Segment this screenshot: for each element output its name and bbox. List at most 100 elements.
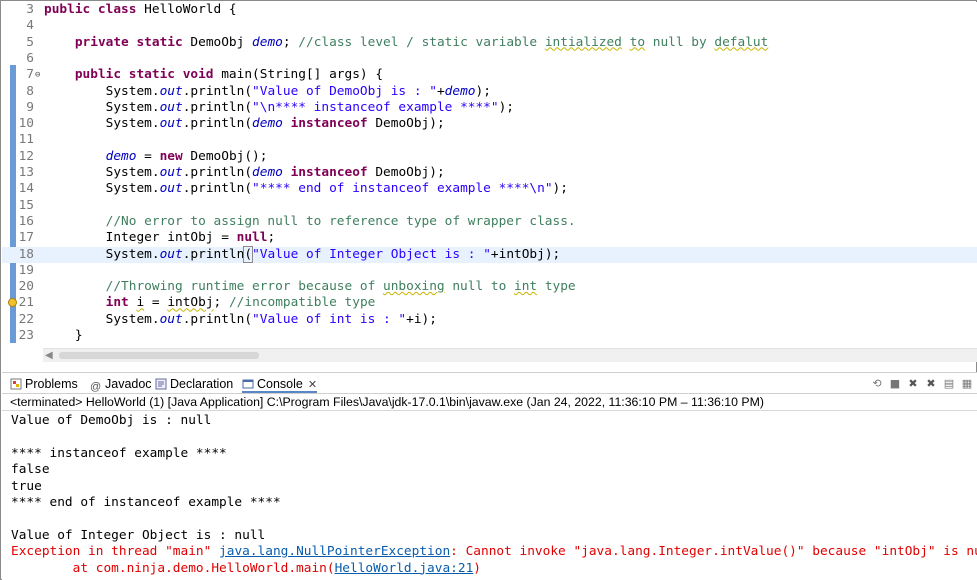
- line-number: 18: [18, 246, 34, 262]
- code-line[interactable]: 23 }: [2, 328, 977, 344]
- code-line[interactable]: 21 int i = intObj; //incompatible type: [2, 295, 977, 311]
- console-process-label: <terminated> HelloWorld (1) [Java Applic…: [2, 394, 977, 411]
- code-line[interactable]: 9 System.out.println("\n**** instanceof …: [2, 100, 977, 116]
- code-text: public class HelloWorld {: [44, 2, 237, 17]
- scroll-lock-icon[interactable]: ▦: [961, 378, 973, 390]
- trace-suffix: ): [473, 560, 481, 576]
- code-line[interactable]: 11: [2, 132, 977, 148]
- line-number: 15: [18, 197, 34, 213]
- code-text: System.out.println(demo instanceof DemoO…: [44, 165, 445, 180]
- code-line[interactable]: 12 demo = new DemoObj();: [2, 149, 977, 165]
- console-line: **** end of instanceof example ****: [11, 495, 281, 510]
- code-text: System.out.println("**** end of instance…: [44, 181, 568, 197]
- line-number: 12: [18, 148, 34, 164]
- remove-all-icon[interactable]: ✖: [925, 378, 937, 390]
- clear-console-icon[interactable]: ▤: [943, 378, 955, 390]
- code-line[interactable]: 14 System.out.println("**** end of insta…: [2, 181, 977, 197]
- console-line: false: [11, 462, 50, 478]
- line-number: 13: [18, 165, 34, 180]
- line-number: 7: [26, 67, 34, 83]
- tab-label: Declaration: [170, 377, 234, 391]
- remove-launch-icon[interactable]: ✖: [907, 378, 919, 390]
- scrollbar-thumb[interactable]: [59, 352, 259, 359]
- line-number: 20: [18, 279, 34, 295]
- console-output[interactable]: Value of DemoObj is : null **** instance…: [2, 411, 977, 580]
- tab-javadoc[interactable]: @ Javadoc: [90, 375, 152, 393]
- tab-label: Problems: [25, 377, 78, 391]
- code-line[interactable]: 4: [2, 18, 977, 34]
- console-icon: [242, 379, 254, 389]
- line-number: 11: [18, 132, 34, 148]
- code-line[interactable]: 20 //Throwing runtime error because of u…: [2, 279, 977, 295]
- line-number: 6: [26, 50, 34, 66]
- code-text: Integer intObj = null;: [44, 230, 276, 246]
- fold-collapse-icon[interactable]: ⊖: [35, 67, 40, 83]
- scroll-left-icon[interactable]: ◀: [45, 350, 53, 361]
- line-number: 22: [18, 311, 34, 327]
- code-line[interactable]: 3 public class HelloWorld {: [2, 2, 977, 18]
- view-tab-bar: Problems @ Javadoc Declaration Console ✕ ⟲…: [2, 372, 977, 394]
- console-line: **** instanceof example ****: [11, 445, 227, 461]
- code-text: }: [44, 328, 83, 343]
- exception-class-link[interactable]: java.lang.NullPointerException: [219, 544, 450, 559]
- line-number: 8: [26, 83, 34, 99]
- tab-problems[interactable]: Problems: [10, 375, 78, 393]
- tab-declaration[interactable]: Declaration: [155, 375, 233, 393]
- line-number: 10: [18, 116, 34, 132]
- code-text: System.out.println("Value of Integer Obj…: [44, 245, 561, 263]
- line-number: 3: [26, 2, 34, 17]
- code-line[interactable]: 19: [2, 263, 977, 279]
- code-line[interactable]: 6: [2, 51, 977, 67]
- stop-icon[interactable]: ■: [889, 378, 901, 390]
- line-number: 23: [18, 328, 34, 343]
- tab-label: Console: [257, 377, 303, 391]
- editor-horizontal-scrollbar[interactable]: ◀: [43, 348, 977, 362]
- console-line: Value of DemoObj is : null: [11, 413, 212, 428]
- code-line[interactable]: 18 System.out.println("Value of Integer …: [2, 245, 977, 263]
- code-text: System.out.println("Value of DemoObj is …: [44, 83, 491, 99]
- line-number: 17: [18, 230, 34, 246]
- code-text: System.out.println("\n**** instanceof ex…: [44, 99, 515, 115]
- code-text: //Throwing runtime error because of unbo…: [105, 279, 576, 295]
- console-line: Value of Integer Object is : null: [11, 527, 266, 543]
- code-text: int i = intObj; //incompatible type: [105, 295, 376, 311]
- code-text: //No error to assign null to reference t…: [105, 213, 576, 229]
- code-line[interactable]: 10 System.out.println(demo instanceof De…: [2, 116, 977, 132]
- code-text: demo = new DemoObj();: [105, 148, 268, 164]
- code-line[interactable]: 22 System.out.println("Value of int is :…: [2, 312, 977, 328]
- line-number: 19: [18, 262, 34, 278]
- line-number: 21: [18, 295, 34, 311]
- code-line[interactable]: 8 System.out.println("Value of DemoObj i…: [2, 84, 977, 100]
- close-icon[interactable]: ✕: [308, 379, 317, 391]
- declaration-icon: [155, 378, 167, 390]
- source-location-link[interactable]: HelloWorld.java:21: [335, 561, 474, 576]
- console-toolbar: ⟲ ■ ✖ ✖ ▤ ▦: [871, 376, 973, 392]
- line-number: 16: [18, 213, 34, 229]
- code-line[interactable]: 17 Integer intObj = null;: [2, 230, 977, 246]
- problems-icon: [10, 378, 22, 390]
- at-icon: @: [90, 381, 102, 393]
- exception-prefix: Exception in thread "main": [11, 544, 220, 560]
- pin-icon[interactable]: ⟲: [871, 378, 883, 390]
- code-text: System.out.println(demo instanceof DemoO…: [44, 116, 445, 132]
- tab-console[interactable]: Console ✕: [242, 375, 318, 393]
- code-line[interactable]: 15: [2, 198, 977, 214]
- tab-label: Javadoc: [105, 377, 152, 391]
- line-number: 14: [18, 181, 34, 197]
- code-line[interactable]: 5 private static DemoObj demo; //class l…: [2, 35, 977, 51]
- code-text: public static void main(String[] args) {: [74, 67, 384, 83]
- trace-prefix: at com.ninja.demo.HelloWorld.main(: [11, 560, 335, 576]
- exception-line: Exception in thread "main" java.lang.Nul…: [11, 544, 977, 560]
- exception-message: : Cannot invoke "java.lang.Integer.intVa…: [450, 544, 977, 560]
- code-editor[interactable]: 3 public class HelloWorld { 4 5 private sta…: [2, 2, 977, 348]
- line-number: 4: [26, 18, 34, 34]
- line-number: 9: [26, 99, 34, 115]
- stack-trace-line: at com.ninja.demo.HelloWorld.main(HelloW…: [11, 561, 481, 577]
- code-line[interactable]: 13 System.out.println(demo instanceof De…: [2, 165, 977, 181]
- code-text: private static DemoObj demo; //class lev…: [74, 34, 769, 50]
- code-line[interactable]: 16 //No error to assign null to referenc…: [2, 214, 977, 230]
- code-text: System.out.println("Value of int is : "+…: [44, 311, 437, 327]
- console-line: true: [11, 478, 42, 494]
- line-number: 5: [26, 34, 34, 50]
- code-line[interactable]: 7 ⊖ public static void main(String[] args…: [2, 67, 977, 83]
